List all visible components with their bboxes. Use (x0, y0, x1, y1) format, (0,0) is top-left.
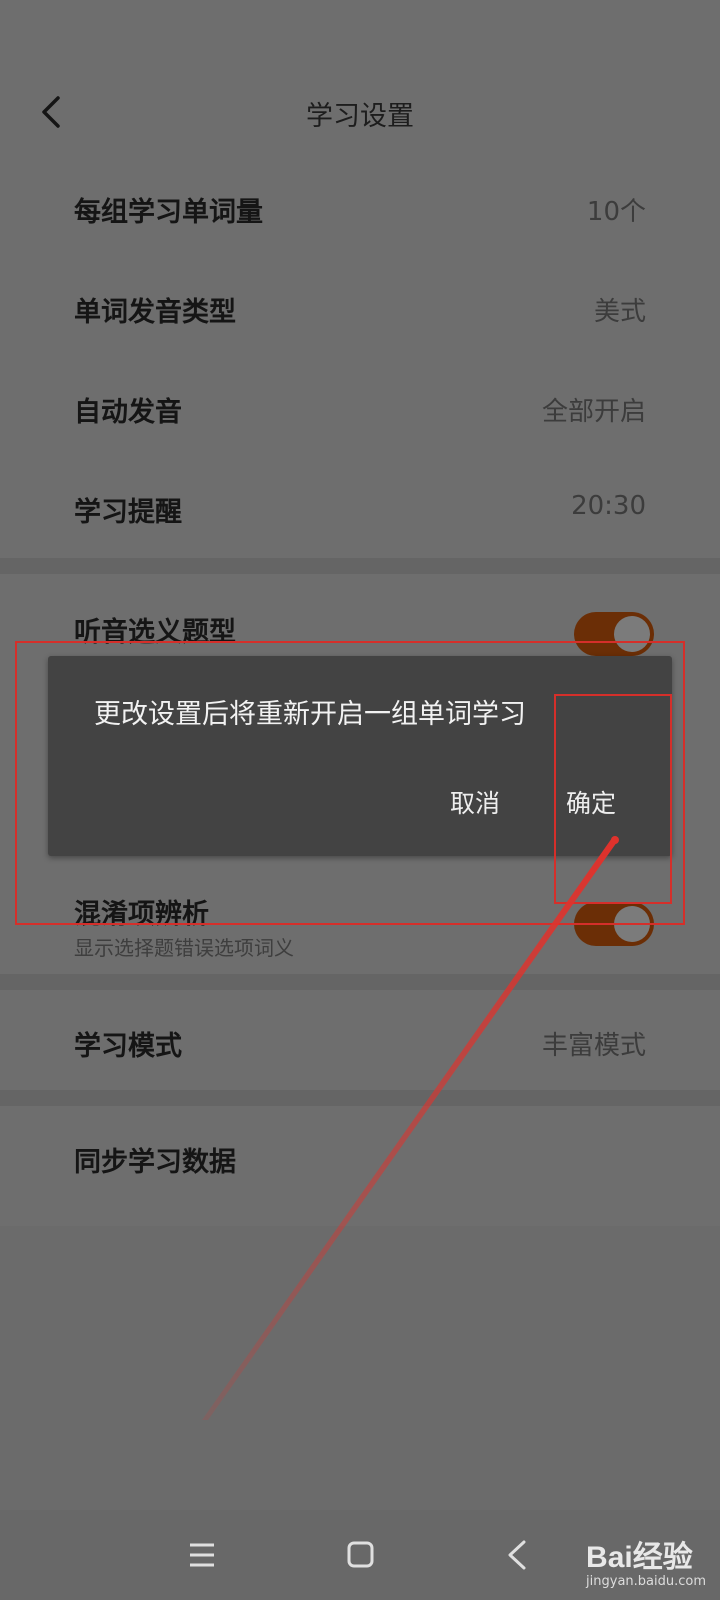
back-nav-icon[interactable] (488, 1528, 548, 1582)
section-divider (0, 1090, 720, 1106)
setting-description: 显示选择题错误选项词义 (74, 936, 294, 960)
setting-value: 美式 (593, 297, 646, 327)
setting-label: 同步学习数据 (74, 1147, 236, 1178)
setting-label: 单词发音类型 (74, 297, 236, 328)
setting-row-sync-data[interactable]: 同步学习数据 (0, 1106, 720, 1208)
setting-value: 10个 (586, 197, 646, 227)
setting-row-words-per-group[interactable]: 每组学习单词量 10个 (0, 158, 720, 260)
setting-value: 丰富模式 (541, 1031, 646, 1061)
home-icon[interactable] (330, 1528, 390, 1582)
setting-row-pronunciation-type[interactable]: 单词发音类型 美式 (0, 258, 720, 360)
watermark-brand: Bai经验 (586, 1541, 693, 1574)
setting-row-study-mode[interactable]: 学习模式 丰富模式 (0, 990, 720, 1092)
annotation-box-confirm (554, 694, 672, 904)
section-divider (0, 974, 720, 990)
setting-label: 每组学习单词量 (74, 197, 263, 228)
settings-group-mode: 学习模式 丰富模式 (0, 990, 720, 1090)
page-title: 学习设置 (306, 101, 414, 132)
setting-value: 全部开启 (541, 397, 646, 427)
settings-group-sync: 同步学习数据 (0, 1106, 720, 1226)
settings-group-basic: 每组学习单词量 10个 单词发音类型 美式 自动发音 全部开启 学习提醒 20:… (0, 158, 720, 558)
setting-row-auto-pronounce[interactable]: 自动发音 全部开启 (0, 358, 720, 460)
baidu-jingyan-watermark: Bai经验 jingyan.baidu.com (586, 1532, 706, 1589)
section-divider (0, 558, 720, 574)
menu-icon[interactable] (172, 1528, 232, 1582)
setting-value: 20:30 (571, 491, 646, 521)
setting-label: 学习提醒 (74, 497, 182, 528)
setting-row-study-reminder[interactable]: 学习提醒 20:30 (0, 458, 720, 560)
header-bar: 学习设置 (0, 0, 720, 170)
watermark-url: jingyan.baidu.com (586, 1574, 706, 1589)
setting-label: 自动发音 (74, 397, 182, 428)
setting-label: 学习模式 (74, 1031, 182, 1062)
